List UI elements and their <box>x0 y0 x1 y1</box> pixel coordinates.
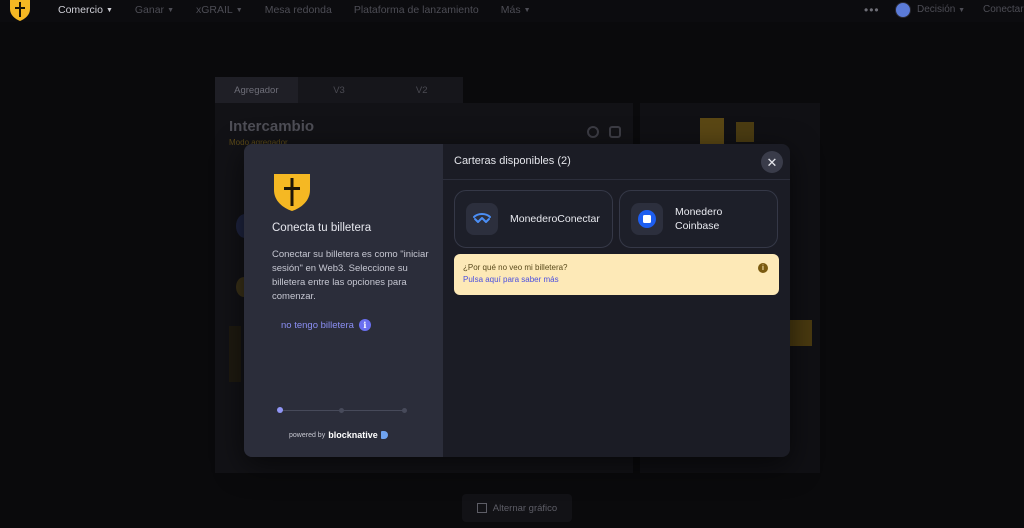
connect-button[interactable]: Conectar <box>983 4 1024 15</box>
no-wallet-label: no tengo billetera <box>281 319 354 331</box>
blocknative-icon <box>380 431 388 439</box>
nav-item-mas[interactable]: Más ▼ <box>501 4 531 16</box>
swap-title: Intercambio <box>229 118 315 135</box>
modal-sidebar: Conecta tu billetera Conectar su billete… <box>244 144 443 457</box>
step-progress <box>277 407 407 413</box>
close-icon[interactable]: ✕ <box>761 151 783 173</box>
chevron-down-icon: ▼ <box>235 6 243 14</box>
info-icon: i <box>758 263 768 273</box>
step-dot <box>339 408 344 413</box>
powered-by: powered by blocknative <box>289 430 388 440</box>
nav-label: Más <box>500 4 521 16</box>
wallet-option-walletconnect[interactable]: MonederoConectar <box>454 190 613 248</box>
nav-label: xGRAIL <box>196 4 233 16</box>
modal-header: Carteras disponibles (2) ✕ <box>443 144 790 180</box>
tab-agregador[interactable]: Agregador <box>215 77 298 103</box>
powered-by-label: powered by <box>289 431 326 439</box>
chevron-down-icon: ▼ <box>105 6 113 14</box>
connect-description: Conectar su billetera es como "iniciar s… <box>272 249 429 302</box>
account-selector[interactable]: Decisión ▼ <box>917 4 965 15</box>
learn-more-link[interactable]: Pulsa aquí para saber más <box>463 275 559 284</box>
shield-logo-icon <box>274 174 310 211</box>
nav-item-mesa-redonda[interactable]: Mesa redonda <box>265 4 332 16</box>
network-avatar-icon[interactable] <box>895 2 911 18</box>
account-label: Decisión <box>917 4 956 15</box>
swap-tabs: Agregador V3 V2 <box>215 77 463 103</box>
walletconnect-icon <box>466 203 498 235</box>
chevron-down-icon: ▼ <box>167 6 174 14</box>
wallet-option-coinbase[interactable]: Monedero Coinbase <box>619 190 778 248</box>
toggle-chart-button[interactable]: Alternar gráfico <box>462 494 572 522</box>
chevron-down-icon: ▼ <box>958 7 966 14</box>
connect-wallet-modal: Conecta tu billetera Conectar su billete… <box>244 144 790 457</box>
nav-item-comercio[interactable]: Comercio ▼ <box>58 4 113 16</box>
nav-item-xgrail[interactable]: xGRAIL ▼ <box>196 4 243 16</box>
nav-label: Ganar <box>134 4 165 16</box>
main-nav: Comercio ▼ Ganar ▼ xGRAIL ▼ Mesa redonda Pl… <box>58 4 553 16</box>
tab-v2[interactable]: V2 <box>380 77 463 103</box>
nav-label: Comercio <box>58 4 103 16</box>
available-wallets-title: Carteras disponibles (2) <box>454 155 571 167</box>
top-navbar: Comercio ▼ Ganar ▼ xGRAIL ▼ Mesa redonda Pl… <box>0 0 1024 22</box>
swap-action-area <box>229 326 241 382</box>
info-icon: i <box>358 319 371 331</box>
coinbase-logo <box>638 210 656 228</box>
nav-item-ganar[interactable]: Ganar ▼ <box>135 4 174 16</box>
nav-item-launchpad[interactable]: Plataforma de lanzamiento <box>354 4 479 16</box>
shield-logo-icon[interactable] <box>7 0 33 22</box>
coinbase-logo-square <box>643 215 651 223</box>
promo-button[interactable] <box>788 320 812 346</box>
promo-illustration <box>700 118 724 144</box>
chart-icon <box>476 503 487 513</box>
coinbase-icon <box>631 203 663 235</box>
chevron-down-icon: ▼ <box>523 6 531 14</box>
nav-label: Mesa redonda <box>264 4 332 16</box>
wallet-name: MonederoConectar <box>510 213 600 225</box>
no-wallet-link[interactable]: no tengo billetera i <box>281 319 371 331</box>
refresh-icon[interactable] <box>587 126 599 138</box>
toggle-chart-label: Alternar gráfico <box>492 502 558 514</box>
promo-illustration <box>736 122 754 142</box>
connect-title: Conecta tu billetera <box>272 222 372 234</box>
why-no-wallet-notice[interactable]: ¿Por qué no veo mi billetera? Pulsa aquí… <box>454 254 779 295</box>
tab-v3[interactable]: V3 <box>298 77 381 103</box>
settings-icon[interactable] <box>609 126 621 138</box>
notice-question: ¿Por qué no veo mi billetera? <box>463 263 568 272</box>
wallet-name: Monedero Coinbase <box>675 206 723 232</box>
blocknative-brand: blocknative <box>328 430 378 440</box>
step-dot <box>402 408 407 413</box>
nav-label: Plataforma de lanzamiento <box>353 4 479 16</box>
more-menu-icon[interactable]: ••• <box>864 3 880 17</box>
step-dot-active <box>277 407 283 413</box>
